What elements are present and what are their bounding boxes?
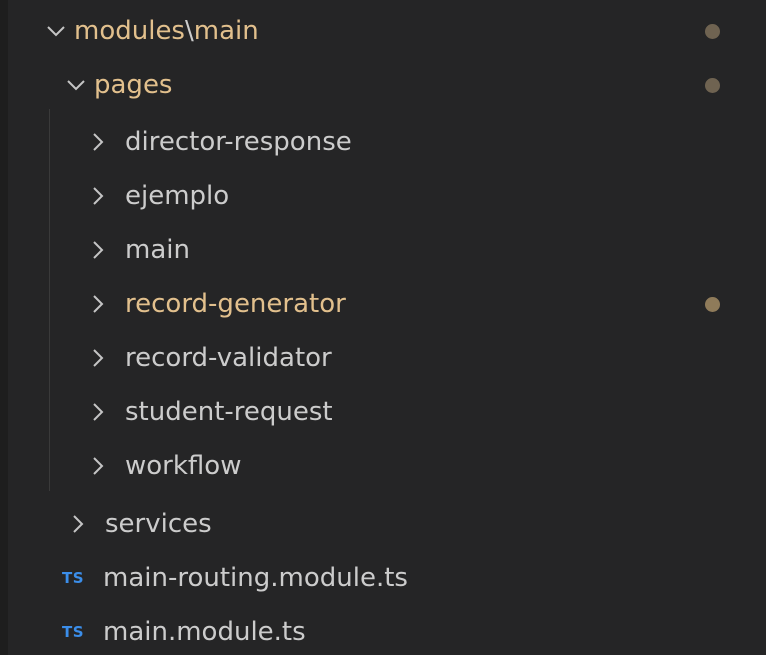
chevron-down-icon	[64, 58, 88, 112]
folder-student-request[interactable]: student-request	[8, 385, 766, 439]
chevron-right-icon	[86, 385, 110, 439]
file-label: main.module.ts	[103, 617, 306, 647]
folder-ejemplo[interactable]: ejemplo	[8, 169, 766, 223]
folder-label: record-validator	[125, 343, 332, 373]
modified-dot	[705, 24, 720, 39]
modified-dot	[705, 297, 720, 312]
chevron-right-icon	[86, 331, 110, 385]
folder-services[interactable]: services	[8, 497, 766, 551]
folder-record-generator[interactable]: record-generator	[8, 277, 766, 331]
file-label: main-routing.module.ts	[103, 563, 408, 593]
chevron-right-icon	[86, 439, 110, 493]
folder-workflow[interactable]: workflow	[8, 439, 766, 493]
folder-label: pages	[94, 70, 173, 100]
folder-label: director-response	[125, 127, 352, 157]
folder-label: main	[125, 235, 190, 265]
folder-pages[interactable]: pages	[8, 58, 766, 112]
modified-dot	[705, 78, 720, 93]
chevron-right-icon	[86, 223, 110, 277]
file-explorer: modules\main pages director-response eje…	[0, 0, 766, 655]
folder-director-response[interactable]: director-response	[8, 115, 766, 169]
folder-label: ejemplo	[125, 181, 230, 211]
chevron-right-icon	[86, 277, 110, 331]
folder-label: modules\main	[74, 16, 259, 46]
folder-label: services	[105, 509, 212, 539]
file-main-module[interactable]: TS main.module.ts	[8, 605, 766, 655]
folder-label: workflow	[125, 451, 242, 481]
folder-main[interactable]: main	[8, 223, 766, 277]
chevron-right-icon	[86, 115, 110, 169]
folder-label: student-request	[125, 397, 333, 427]
sidebar-edge	[0, 0, 8, 655]
folder-label: record-generator	[125, 289, 346, 319]
chevron-right-icon	[66, 497, 90, 551]
typescript-icon: TS	[62, 623, 85, 641]
chevron-down-icon	[44, 4, 68, 58]
folder-modules-main[interactable]: modules\main	[8, 4, 766, 58]
typescript-icon: TS	[62, 569, 85, 587]
file-main-routing-module[interactable]: TS main-routing.module.ts	[8, 551, 766, 605]
chevron-right-icon	[86, 169, 110, 223]
folder-record-validator[interactable]: record-validator	[8, 331, 766, 385]
